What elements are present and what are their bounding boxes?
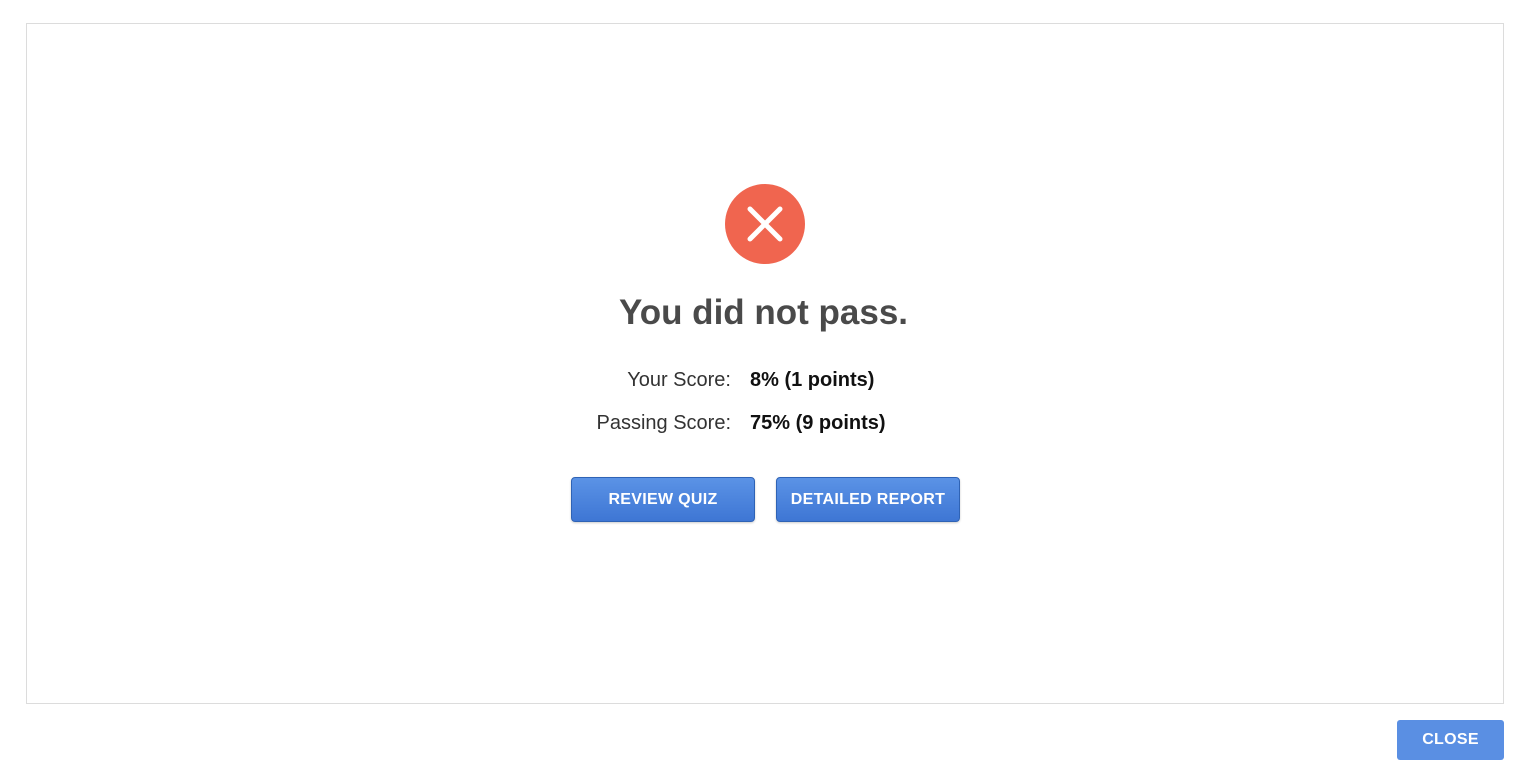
result-title: You did not pass. [618, 293, 909, 332]
your-score-value: 8% (1 points) [750, 369, 875, 391]
close-x-icon [747, 206, 783, 242]
detailed-report-button[interactable]: DETAILED REPORT [776, 477, 960, 522]
your-score-row: Your Score: 8% (1 points) [0, 366, 1527, 394]
review-quiz-button[interactable]: REVIEW QUIZ [571, 477, 755, 522]
passing-score-value: 75% (9 points) [750, 412, 886, 434]
fail-icon [725, 184, 805, 264]
your-score-label: Your Score: [627, 369, 731, 391]
passing-score-row: Passing Score: 75% (9 points) [0, 409, 1527, 437]
passing-score-label: Passing Score: [596, 412, 731, 434]
close-button[interactable]: CLOSE [1397, 720, 1504, 760]
quiz-result-panel [26, 23, 1504, 704]
